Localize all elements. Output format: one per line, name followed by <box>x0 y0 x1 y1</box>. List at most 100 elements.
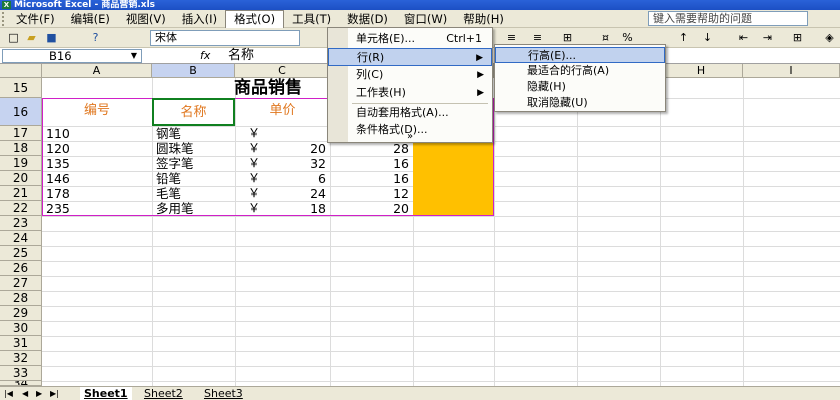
cell-id[interactable]: 178 <box>46 186 150 201</box>
submenu-item-hide[interactable]: 隐藏(H) <box>495 79 665 95</box>
window-titlebar: X Microsoft Excel - 商品营销.xls <box>0 0 840 10</box>
row-header-32[interactable]: 32 <box>0 351 42 366</box>
col-header-c[interactable]: C <box>235 64 330 78</box>
align-right-icon[interactable]: ≡ <box>530 31 545 45</box>
menu-data[interactable]: 数据(D) <box>339 11 396 27</box>
name-box-dropdown-icon[interactable]: ▼ <box>128 50 140 62</box>
row-header-22[interactable]: 22 <box>0 201 42 216</box>
row-header-33[interactable]: 33 <box>0 366 42 381</box>
fx-icon[interactable]: fx <box>200 49 210 62</box>
open-folder-icon[interactable]: ▰ <box>24 31 39 45</box>
row-header-28[interactable]: 28 <box>0 291 42 306</box>
last-sheet-icon[interactable]: ▶| <box>50 387 59 400</box>
row-header-27[interactable]: 27 <box>0 276 42 291</box>
menu-item-autoformat[interactable]: 自动套用格式(A)... <box>328 104 492 122</box>
cell-name[interactable]: 多用笔 <box>156 201 234 216</box>
cell-price[interactable]: 20 <box>235 141 330 156</box>
cell-id[interactable]: 135 <box>46 156 150 171</box>
submenu-item-autofit-row[interactable]: 最适合的行高(A) <box>495 63 665 79</box>
menu-item-worksheet[interactable]: 工作表(H) ▶ <box>328 84 492 102</box>
menu-tools[interactable]: 工具(T) <box>284 11 339 27</box>
decrease-decimal-icon[interactable]: ↓ <box>700 31 715 45</box>
cell-name[interactable]: 铅笔 <box>156 171 234 186</box>
header-name-selected[interactable]: 名称 <box>152 98 235 126</box>
cell-qty[interactable]: 12 <box>330 186 413 201</box>
menu-expand-icon[interactable]: » <box>328 130 492 148</box>
col-header-h[interactable]: H <box>660 64 743 78</box>
increase-decimal-icon[interactable]: ↑ <box>676 31 691 45</box>
menu-item-cells-shortcut: Ctrl+1 <box>446 32 482 45</box>
row-header-25[interactable]: 25 <box>0 246 42 261</box>
col-header-a[interactable]: A <box>42 64 152 78</box>
formula-input[interactable]: 名称 <box>228 49 254 63</box>
menu-item-cells[interactable]: 单元格(E)... Ctrl+1 <box>328 30 492 48</box>
row-header-23[interactable]: 23 <box>0 216 42 231</box>
cell-price[interactable]: 24 <box>235 186 330 201</box>
row-header-29[interactable]: 29 <box>0 306 42 321</box>
cell-name[interactable]: 圆珠笔 <box>156 141 234 156</box>
header-id[interactable]: 编号 <box>42 98 152 126</box>
percent-icon[interactable]: % <box>620 31 635 45</box>
row-header-30[interactable]: 30 <box>0 321 42 336</box>
tab-sheet1[interactable]: Sheet1 <box>80 387 132 400</box>
name-box[interactable]: B16 <box>2 49 142 63</box>
select-all-corner[interactable] <box>0 64 42 78</box>
cell-name[interactable]: 签字笔 <box>156 156 234 171</box>
cell-price[interactable]: 6 <box>235 171 330 186</box>
save-icon[interactable]: ■ <box>44 31 59 45</box>
tab-sheet2[interactable]: Sheet2 <box>140 387 187 400</box>
menu-item-column[interactable]: 列(C) ▶ <box>328 66 492 84</box>
row-header-21[interactable]: 21 <box>0 186 42 201</box>
menu-item-row[interactable]: 行(R) ▶ <box>328 48 492 66</box>
col-header-i[interactable]: I <box>743 64 840 78</box>
menu-window[interactable]: 窗口(W) <box>396 11 455 27</box>
cell-id[interactable]: 120 <box>46 141 150 156</box>
row-header-26[interactable]: 26 <box>0 261 42 276</box>
cell-name[interactable]: 钢笔 <box>156 126 234 141</box>
col-header-b[interactable]: B <box>152 64 235 78</box>
cell-qty[interactable]: 16 <box>330 156 413 171</box>
cell-id[interactable]: 146 <box>46 171 150 186</box>
submenu-item-row-height[interactable]: 行高(E)... <box>495 47 665 63</box>
prev-sheet-icon[interactable]: ◀ <box>22 387 28 400</box>
row-header-24[interactable]: 24 <box>0 231 42 246</box>
cell-qty[interactable]: 16 <box>330 171 413 186</box>
cell-id[interactable]: 235 <box>46 201 150 216</box>
fill-color-icon[interactable]: ◈ <box>822 31 837 45</box>
cell-price[interactable]: 32 <box>235 156 330 171</box>
merge-center-icon[interactable]: ⊞ <box>560 31 575 45</box>
next-sheet-icon[interactable]: ▶ <box>36 387 42 400</box>
cell-id[interactable]: 110 <box>46 126 150 141</box>
grid-line <box>743 78 744 386</box>
align-center-icon[interactable]: ≡ <box>504 31 519 45</box>
row-header-31[interactable]: 31 <box>0 336 42 351</box>
help-search-input[interactable]: 键入需要帮助的问题 <box>648 11 808 26</box>
currency-icon[interactable]: ¤ <box>598 31 613 45</box>
font-name-select[interactable]: 宋体 <box>150 30 300 46</box>
row-header-19[interactable]: 19 <box>0 156 42 171</box>
new-file-icon[interactable]: □ <box>6 31 21 45</box>
menu-help[interactable]: 帮助(H) <box>455 11 512 27</box>
menu-insert[interactable]: 插入(I) <box>174 11 225 27</box>
menu-view[interactable]: 视图(V) <box>118 11 174 27</box>
row-header-17[interactable]: 17 <box>0 126 42 141</box>
cell-qty[interactable]: 20 <box>330 201 413 216</box>
tab-sheet3[interactable]: Sheet3 <box>200 387 247 400</box>
cell-price[interactable]: 18 <box>235 201 330 216</box>
menu-file[interactable]: 文件(F) <box>8 11 63 27</box>
row-header-20[interactable]: 20 <box>0 171 42 186</box>
header-price[interactable]: 单价 <box>235 98 330 126</box>
borders-icon[interactable]: ⊞ <box>790 31 805 45</box>
submenu-item-unhide[interactable]: 取消隐藏(U) <box>495 95 665 111</box>
menu-edit[interactable]: 编辑(E) <box>63 11 118 27</box>
help-icon[interactable]: ? <box>88 31 103 45</box>
menu-format[interactable]: 格式(O) <box>225 9 285 28</box>
row-header-15[interactable]: 15 <box>0 78 42 98</box>
decrease-indent-icon[interactable]: ⇤ <box>736 31 751 45</box>
row-header-18[interactable]: 18 <box>0 141 42 156</box>
row-header-16[interactable]: 16 <box>0 98 42 126</box>
grid-line <box>42 276 840 277</box>
increase-indent-icon[interactable]: ⇥ <box>760 31 775 45</box>
cell-name[interactable]: 毛笔 <box>156 186 234 201</box>
first-sheet-icon[interactable]: |◀ <box>4 387 13 400</box>
